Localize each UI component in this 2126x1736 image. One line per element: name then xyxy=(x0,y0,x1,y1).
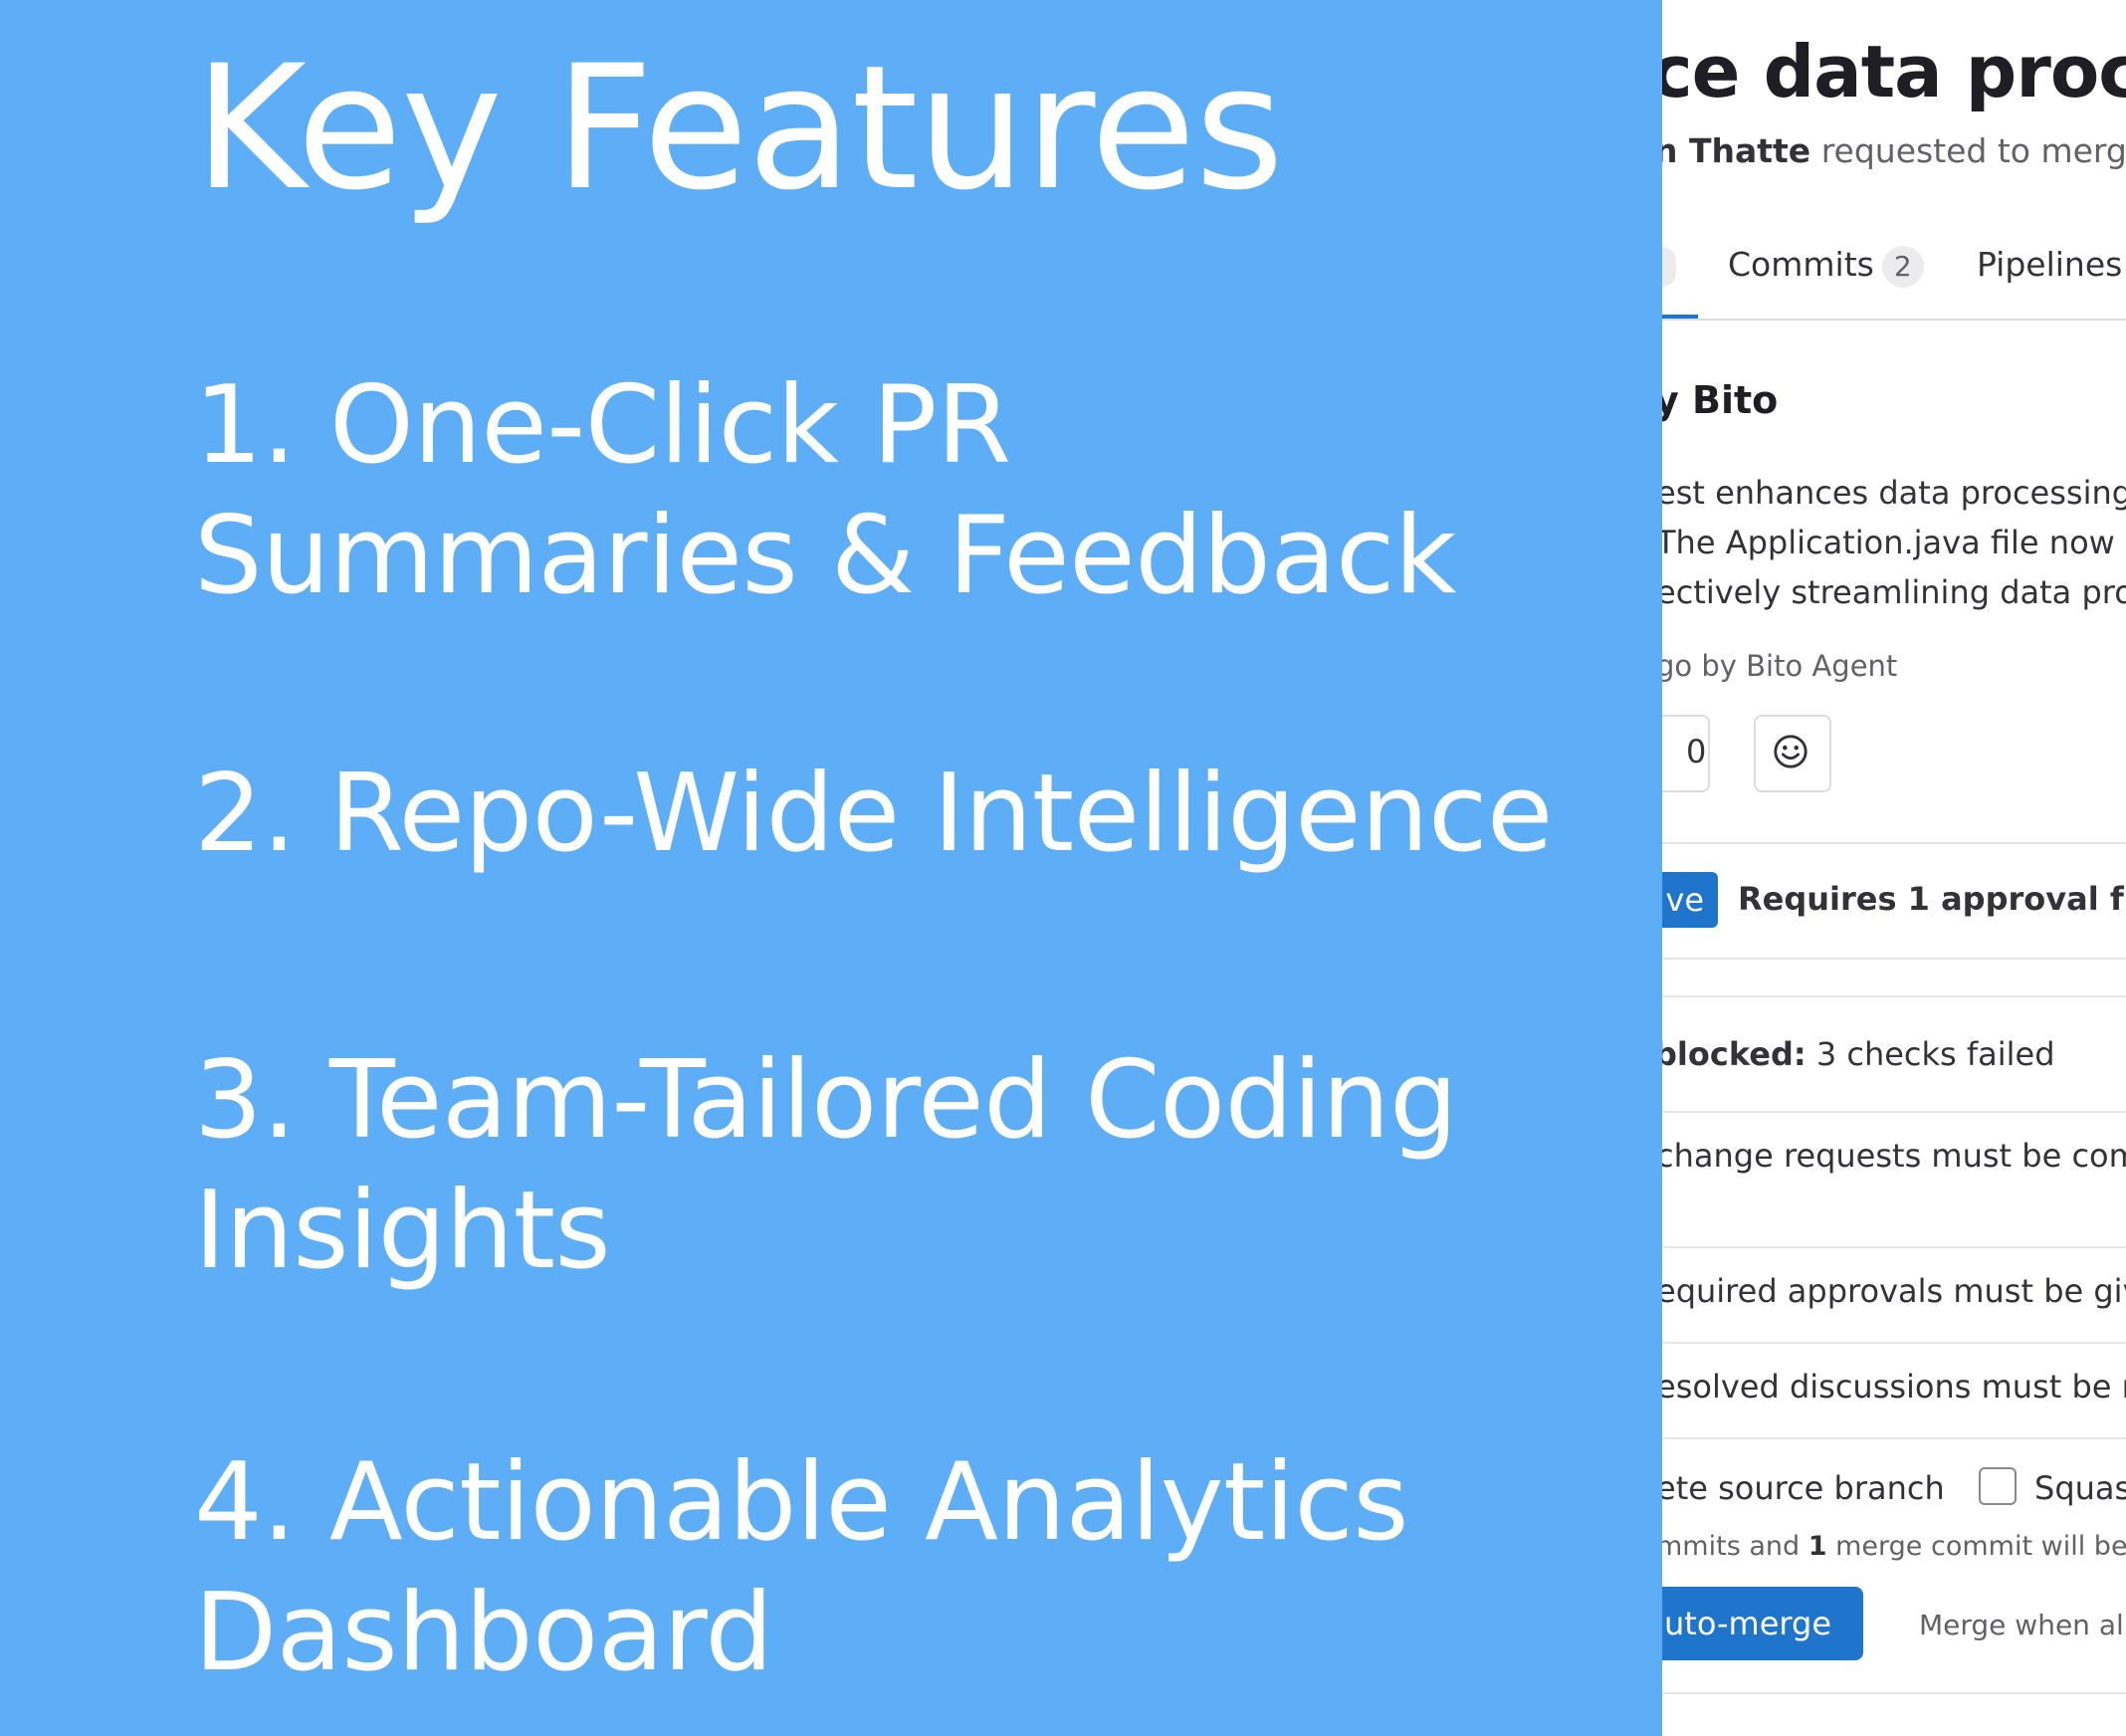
feature-item-1: 1. One-Click PR Summaries & Feedback xyxy=(194,360,1456,621)
tab-commits-count: 2 xyxy=(1881,246,1924,288)
blocked-label: blocked: xyxy=(1662,1035,1807,1073)
summary-line-3: ectively streamlining data proc xyxy=(1662,573,2126,611)
divider-check-1 xyxy=(1662,1246,2126,1248)
feature-3-line-1: 3. Team-Tailored Coding xyxy=(194,1038,1458,1163)
merge-when-text: Merge when all xyxy=(1919,1609,2126,1641)
slide-title: Key Features xyxy=(194,28,1284,228)
approve-button-label: ve xyxy=(1665,881,1704,919)
note-bold: 1 xyxy=(1807,1531,1827,1562)
smiley-icon xyxy=(1774,735,1807,768)
divider-check-2 xyxy=(1662,1342,2126,1344)
merge-commits-note: mmits and 1 merge commit will be a xyxy=(1662,1531,2126,1562)
feature-1-line-1: 1. One-Click PR xyxy=(194,363,1011,488)
check-unresolved-discussions: esolved discussions must be re xyxy=(1662,1368,2126,1406)
tab-pipelines[interactable]: Pipelines xyxy=(1977,245,2122,284)
mr-requested-text: requested to merge xyxy=(1820,131,2126,170)
check-change-requests: change requests must be com xyxy=(1662,1137,2126,1175)
tabs-divider xyxy=(1662,319,2126,321)
feature-item-2: 2. Repo-Wide Intelligence xyxy=(194,749,1553,879)
tab-commits[interactable]: Commits 2 xyxy=(1728,245,1924,288)
merge-blocked-status: blocked: 3 checks failed xyxy=(1662,1035,2055,1073)
squash-commits-label[interactable]: Squas xyxy=(2034,1469,2126,1507)
mr-author[interactable]: n Thatte xyxy=(1662,131,1810,170)
divider-approval-bottom xyxy=(1662,958,2126,960)
note-suffix: merge commit will be a xyxy=(1835,1531,2126,1562)
feature-3-line-2: Insights xyxy=(194,1169,611,1293)
feature-item-4: 4. Actionable Analytics Dashboard xyxy=(194,1437,1409,1698)
delete-source-branch-label[interactable]: ete source branch xyxy=(1662,1469,1945,1507)
feature-2-line-1: 2. Repo-Wide Intelligence xyxy=(194,752,1553,876)
overview-tab-count-fragment[interactable] xyxy=(1662,247,1676,287)
mr-title: ce data process xyxy=(1662,30,2126,113)
check-required-approvals: equired approvals must be giv xyxy=(1662,1272,2126,1310)
add-reaction-button[interactable] xyxy=(1754,715,1831,792)
blocked-detail: 3 checks failed xyxy=(1815,1035,2055,1073)
reaction-count: 0 xyxy=(1686,733,1707,770)
summary-line-2: The Application.java file now c xyxy=(1662,524,2126,561)
bito-summary-heading: y Bito xyxy=(1662,378,1779,422)
tab-commits-label: Commits xyxy=(1728,245,1874,284)
divider-merge-top xyxy=(1662,995,2126,997)
divider-check-3 xyxy=(1662,1437,2126,1439)
approval-requirement: Requires 1 approval from xyxy=(1738,880,2126,918)
divider-checks-top xyxy=(1662,1111,2126,1113)
feature-1-line-2: Summaries & Feedback xyxy=(194,494,1456,618)
slide-panel: Key Features 1. One-Click PR Summaries &… xyxy=(0,0,1662,1736)
summary-line-1: est enhances data processing e xyxy=(1662,474,2126,512)
mr-meta: n Thatte requested to merge j xyxy=(1662,131,2126,170)
tab-pipelines-label: Pipelines xyxy=(1977,245,2123,284)
feature-4-line-2: Dashboard xyxy=(194,1571,773,1695)
approve-button[interactable]: ve xyxy=(1662,872,1718,928)
auto-merge-button[interactable]: auto-merge xyxy=(1662,1587,1863,1660)
bito-agent-line: go by Bito Agent xyxy=(1662,649,1898,683)
squash-commits-checkbox[interactable] xyxy=(1979,1467,2017,1505)
divider-bottom xyxy=(1662,1692,2126,1694)
feature-item-3: 3. Team-Tailored Coding Insights xyxy=(194,1035,1458,1296)
feature-4-line-1: 4. Actionable Analytics xyxy=(194,1440,1409,1565)
merge-request-panel: ce data process n Thatte requested to me… xyxy=(1662,0,2126,1736)
note-prefix: mmits and xyxy=(1662,1531,1801,1562)
divider-approval-top xyxy=(1662,842,2126,844)
